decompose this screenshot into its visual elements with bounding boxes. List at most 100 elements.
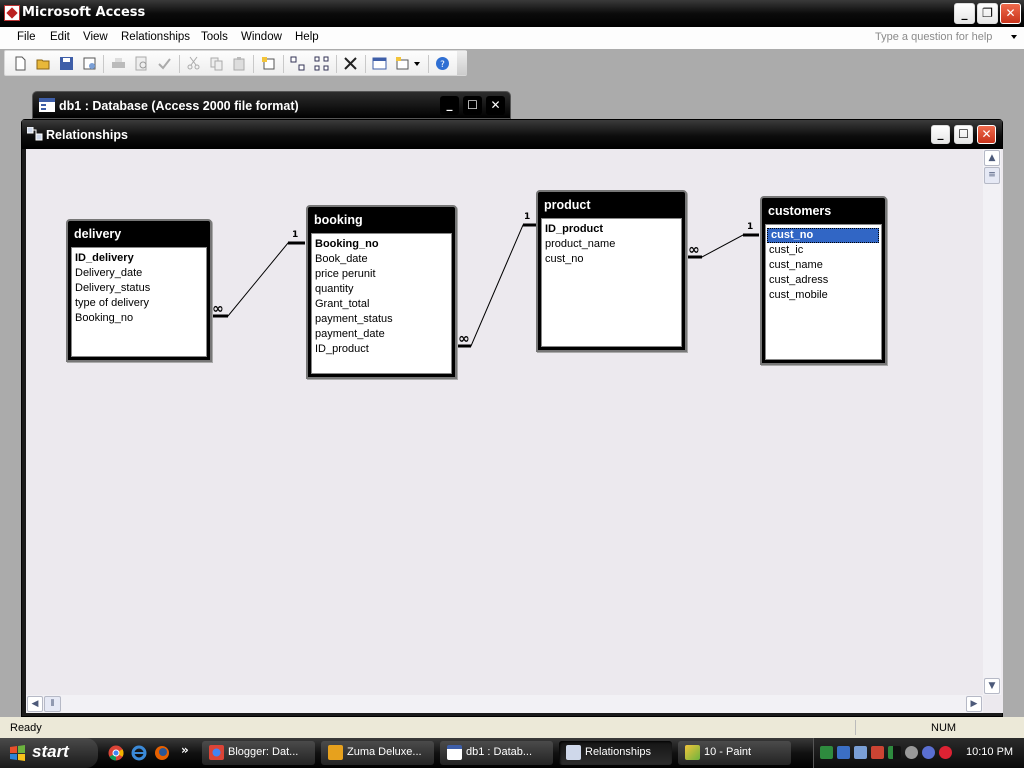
- help-icon[interactable]: ?: [435, 56, 450, 71]
- table-delivery[interactable]: delivery ID_delivery Delivery_date Deliv…: [66, 219, 212, 362]
- table-title[interactable]: booking: [308, 207, 455, 229]
- scroll-thumb[interactable]: ≡: [984, 167, 1000, 184]
- properties-icon[interactable]: [82, 56, 97, 71]
- menu-view[interactable]: View: [83, 31, 108, 43]
- task-relationships[interactable]: Relationships: [559, 741, 672, 765]
- task-blogger[interactable]: Blogger: Dat...: [202, 741, 315, 765]
- help-question-box[interactable]: Type a question for help: [872, 29, 1022, 47]
- menu-file[interactable]: File: [17, 31, 36, 43]
- field-list[interactable]: Booking_no Book_date price perunit quant…: [311, 233, 452, 374]
- table-title[interactable]: customers: [762, 198, 885, 220]
- menu-edit[interactable]: Edit: [50, 31, 70, 43]
- scroll-thumb[interactable]: ⦀: [44, 696, 61, 712]
- field-item[interactable]: Book_date: [312, 252, 451, 267]
- close-button[interactable]: ✕: [1000, 3, 1021, 24]
- field-item[interactable]: quantity: [312, 282, 451, 297]
- show-all-icon[interactable]: [314, 56, 329, 71]
- field-item[interactable]: ID_product: [542, 222, 681, 237]
- volume-icon[interactable]: [905, 746, 918, 759]
- display-icon[interactable]: [854, 746, 867, 759]
- db-maximize-button[interactable]: ☐: [463, 96, 482, 115]
- delete-icon[interactable]: [343, 56, 358, 71]
- field-item[interactable]: cust_name: [766, 258, 881, 273]
- minimize-button[interactable]: _: [954, 3, 975, 24]
- chevron-down-icon[interactable]: [1011, 35, 1017, 42]
- field-item[interactable]: cust_adress: [766, 273, 881, 288]
- spelling-icon[interactable]: [157, 56, 172, 71]
- task-paint[interactable]: 10 - Paint: [678, 741, 791, 765]
- update-icon[interactable]: [922, 746, 935, 759]
- paste-icon[interactable]: [232, 56, 247, 71]
- field-item[interactable]: Delivery_status: [72, 281, 206, 296]
- field-item[interactable]: cust_mobile: [766, 288, 881, 303]
- save-icon[interactable]: [59, 56, 74, 71]
- restore-button[interactable]: ❐: [977, 3, 998, 24]
- task-db1[interactable]: db1 : Datab...: [440, 741, 553, 765]
- quick-launch-overflow[interactable]: »: [181, 743, 189, 757]
- horizontal-scrollbar[interactable]: ◀ ⦀ ▶: [26, 695, 983, 713]
- field-item-selected[interactable]: cust_no: [767, 228, 879, 243]
- field-list[interactable]: cust_no cust_ic cust_name cust_adress cu…: [765, 224, 882, 360]
- clock[interactable]: 10:10 PM: [966, 746, 1013, 758]
- show-direct-icon[interactable]: [290, 56, 305, 71]
- security-icon[interactable]: [871, 746, 884, 759]
- firefox-icon[interactable]: [154, 745, 170, 761]
- menu-window[interactable]: Window: [241, 31, 282, 43]
- copy-icon[interactable]: [209, 56, 224, 71]
- field-list[interactable]: ID_product product_name cust_no: [541, 218, 682, 347]
- start-button[interactable]: start: [0, 738, 98, 768]
- scroll-down-icon[interactable]: ▼: [984, 678, 1000, 694]
- field-item[interactable]: Grant_total: [312, 297, 451, 312]
- field-item[interactable]: price perunit: [312, 267, 451, 282]
- signal-icon[interactable]: [888, 746, 901, 759]
- field-item[interactable]: product_name: [542, 237, 681, 252]
- field-list[interactable]: ID_delivery Delivery_date Delivery_statu…: [71, 247, 207, 357]
- menu-tools[interactable]: Tools: [201, 31, 228, 43]
- field-item[interactable]: ID_product: [312, 342, 451, 357]
- chrome-icon[interactable]: [108, 745, 124, 761]
- network-icon[interactable]: [820, 746, 833, 759]
- db-minimize-button[interactable]: _: [440, 96, 459, 115]
- vertical-scrollbar[interactable]: ▲ ≡ ▼: [983, 149, 1001, 695]
- field-item[interactable]: cust_no: [542, 252, 681, 267]
- bluetooth-icon[interactable]: [837, 746, 850, 759]
- rel-maximize-button[interactable]: ☐: [954, 125, 973, 144]
- antivirus-icon[interactable]: [939, 746, 952, 759]
- scroll-up-icon[interactable]: ▲: [984, 150, 1000, 166]
- new-object-dropdown-icon[interactable]: [414, 62, 420, 69]
- relationships-canvas[interactable]: ∞ 1 ∞ 1 ∞ 1 delivery ID_delivery Deliver…: [26, 149, 1003, 713]
- field-item[interactable]: type of delivery: [72, 296, 206, 311]
- internet-explorer-icon[interactable]: [131, 745, 147, 761]
- database-window[interactable]: db1 : Database (Access 2000 file format)…: [32, 91, 511, 119]
- access-app-icon[interactable]: [4, 5, 20, 21]
- table-customers[interactable]: customers cust_no cust_ic cust_name cust…: [760, 196, 887, 365]
- task-zuma[interactable]: Zuma Deluxe...: [321, 741, 434, 765]
- menu-help[interactable]: Help: [295, 31, 319, 43]
- relation-line-delivery-booking[interactable]: [210, 242, 305, 317]
- field-item[interactable]: payment_status: [312, 312, 451, 327]
- new-object-icon[interactable]: [395, 56, 410, 71]
- field-item[interactable]: Booking_no: [72, 311, 206, 326]
- cut-icon[interactable]: [186, 56, 201, 71]
- table-product[interactable]: product ID_product product_name cust_no: [536, 190, 687, 352]
- field-item[interactable]: ID_delivery: [72, 251, 206, 266]
- scroll-right-icon[interactable]: ▶: [966, 696, 982, 712]
- table-booking[interactable]: booking Booking_no Book_date price perun…: [306, 205, 457, 379]
- database-window-icon[interactable]: [372, 56, 387, 71]
- field-item[interactable]: payment_date: [312, 327, 451, 342]
- print-icon[interactable]: [111, 56, 126, 71]
- new-icon[interactable]: [13, 56, 28, 71]
- db-close-button[interactable]: ✕: [486, 96, 505, 115]
- open-icon[interactable]: [36, 56, 51, 71]
- rel-minimize-button[interactable]: _: [931, 125, 950, 144]
- scroll-left-icon[interactable]: ◀: [27, 696, 43, 712]
- table-title[interactable]: delivery: [68, 221, 210, 243]
- field-item[interactable]: cust_ic: [766, 243, 881, 258]
- toolbar-options-icon[interactable]: [457, 51, 467, 75]
- print-preview-icon[interactable]: [134, 56, 149, 71]
- relation-line-booking-product[interactable]: [456, 224, 536, 347]
- table-title[interactable]: product: [538, 192, 685, 214]
- menu-relationships[interactable]: Relationships: [121, 31, 190, 43]
- show-table-icon[interactable]: [261, 56, 276, 71]
- field-item[interactable]: Booking_no: [312, 237, 451, 252]
